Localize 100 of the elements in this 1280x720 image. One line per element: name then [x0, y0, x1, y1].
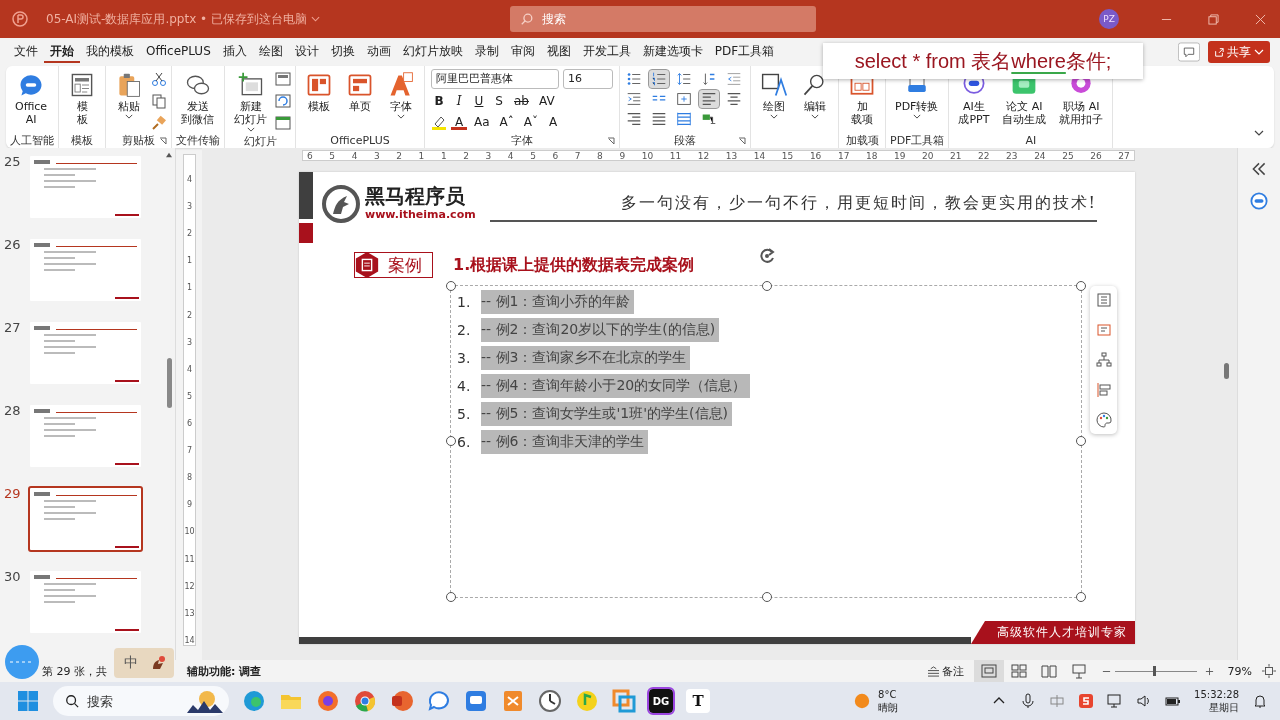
ribbon-button[interactable]: 粘贴 [110, 69, 148, 121]
resize-handle[interactable] [446, 592, 456, 602]
restore-icon[interactable] [1208, 13, 1219, 25]
sogou-icon[interactable] [1078, 693, 1095, 709]
menu-tab[interactable]: 新建选项卡 [636, 41, 709, 63]
ribbon-button[interactable]: 新建 幻灯片 [229, 69, 272, 134]
input-method-icon[interactable] [1049, 693, 1066, 709]
highlighter-icon[interactable] [431, 114, 447, 130]
font-style-button[interactable]: ab [511, 92, 532, 110]
slide-thumbnail[interactable] [28, 486, 143, 552]
taskbar-search-field[interactable]: 搜索 [53, 686, 229, 716]
resize-handle[interactable] [1076, 436, 1086, 446]
font-size-dropdown[interactable]: 16 [563, 69, 613, 89]
font-style-button[interactable]: U [471, 92, 487, 110]
align-blocks-icon[interactable] [1095, 382, 1112, 398]
user-avatar[interactable]: PZ [1099, 9, 1119, 29]
close-icon[interactable] [1255, 13, 1266, 25]
resize-handle[interactable] [1076, 281, 1086, 291]
taskbar-app-icon[interactable] [538, 689, 562, 713]
menu-tab[interactable]: 动画 [360, 41, 397, 63]
monitor-icon[interactable] [1107, 693, 1124, 709]
menu-tab[interactable]: 开发工具 [576, 41, 637, 63]
ribbon-button[interactable]: 字体 [382, 69, 420, 121]
zoom-level[interactable]: 79% [1227, 664, 1252, 678]
ribbon-button[interactable]: 模板 [300, 69, 338, 115]
fit-to-window-icon[interactable] [1262, 664, 1276, 678]
copy-icon[interactable] [151, 93, 167, 109]
font-format-button[interactable]: Aˇ [520, 113, 541, 131]
paragraph-format-icon[interactable] [674, 90, 694, 108]
accessibility-status[interactable]: 辅助功能: 调查 [187, 663, 262, 679]
search-field[interactable]: 搜索 [510, 6, 816, 32]
font-format-button[interactable]: A [545, 113, 561, 131]
collapse-icon[interactable] [1250, 160, 1268, 178]
menu-tab[interactable]: 我的模板 [80, 41, 140, 63]
notification-icon[interactable] [1252, 693, 1268, 709]
paragraph-format-icon[interactable] [674, 110, 694, 128]
font-style-button[interactable]: B [431, 92, 447, 110]
menu-tab[interactable]: 切换 [324, 41, 361, 63]
menu-tab[interactable]: 设计 [288, 41, 325, 63]
taskbar-app-icon[interactable]: T [686, 689, 710, 713]
paragraph-format-icon[interactable] [649, 70, 669, 88]
font-style-button[interactable]: S [491, 92, 507, 110]
text-card-icon[interactable] [1095, 322, 1112, 338]
paragraph-format-icon[interactable] [699, 90, 719, 108]
menu-tab[interactable]: 文件 [8, 41, 44, 63]
cut-icon[interactable] [151, 71, 167, 87]
resize-handle[interactable] [1076, 592, 1086, 602]
ime-mode[interactable]: 中 [124, 654, 138, 672]
palette-icon[interactable] [1095, 412, 1112, 428]
dialog-launcher-icon[interactable] [738, 137, 746, 145]
menu-tab[interactable]: PDF工具箱 [708, 41, 781, 63]
font-name-dropdown[interactable]: 阿里巴巴普惠体 [431, 69, 559, 89]
menu-tab[interactable]: 绘图 [252, 41, 289, 63]
ribbon-button[interactable]: 模 板 [63, 69, 101, 128]
caret-icon[interactable] [1254, 130, 1264, 136]
menu-tab[interactable]: 插入 [216, 41, 253, 63]
comment-icon[interactable] [1178, 42, 1200, 62]
list-layout-icon[interactable] [1095, 292, 1112, 308]
ime-toolbar[interactable]: 中 [114, 648, 174, 678]
start-icon[interactable] [16, 689, 40, 713]
notes-button[interactable]: 备注 [926, 663, 964, 679]
menu-tab[interactable]: 审阅 [504, 41, 541, 63]
menu-tab[interactable]: 视图 [540, 41, 577, 63]
share-button[interactable]: 共享 [1208, 41, 1270, 63]
menu-tab[interactable]: 幻灯片放映 [396, 41, 469, 63]
zoom-slider-thumb[interactable] [1152, 666, 1156, 676]
assistant-ball-icon[interactable] [4, 644, 40, 680]
resize-handle[interactable] [446, 281, 456, 291]
resize-handle[interactable] [762, 281, 772, 291]
ribbon-button[interactable]: 发送 到微信 [176, 69, 219, 128]
view-mode-icon[interactable] [973, 660, 1004, 682]
scroll-up-icon[interactable] [165, 152, 173, 158]
font-format-button[interactable]: Aa [471, 113, 493, 131]
section-icon[interactable] [275, 115, 291, 131]
microphone-icon[interactable] [1020, 693, 1037, 709]
zoom-in-icon[interactable] [1204, 666, 1214, 676]
resize-handle[interactable] [762, 592, 772, 602]
format-painter-icon[interactable] [151, 115, 167, 131]
clock-time[interactable]: 15:32:28 [1194, 688, 1239, 701]
dialog-launcher-icon[interactable] [159, 137, 167, 145]
dialog-launcher-icon[interactable] [607, 137, 615, 145]
layout-icon[interactable] [275, 71, 291, 87]
font-format-button[interactable]: A [451, 114, 467, 130]
menu-tab[interactable]: 录制 [468, 41, 505, 63]
taskbar-app-icon[interactable]: DG [649, 689, 673, 713]
scrollbar-thumb[interactable] [166, 358, 172, 408]
menu-tab[interactable]: 开始 [44, 41, 80, 63]
ribbon-button[interactable]: 单页 [341, 69, 379, 115]
menu-tab[interactable]: OfficePLUS [140, 41, 217, 63]
hierarchy-icon[interactable] [1095, 352, 1112, 368]
font-style-button[interactable]: AV [536, 92, 558, 110]
font-style-button[interactable]: I [451, 92, 467, 110]
scrollbar-thumb[interactable] [1224, 363, 1229, 379]
ribbon-button[interactable]: Office AI [10, 69, 53, 128]
ribbon-button[interactable]: 绘图 [755, 69, 793, 121]
rotate-handle-icon[interactable] [757, 246, 777, 266]
reset-icon[interactable] [275, 93, 291, 109]
ai-assistant-icon[interactable] [1250, 192, 1268, 210]
resize-handle[interactable] [446, 436, 456, 446]
font-format-button[interactable]: Aˆ [496, 113, 517, 131]
